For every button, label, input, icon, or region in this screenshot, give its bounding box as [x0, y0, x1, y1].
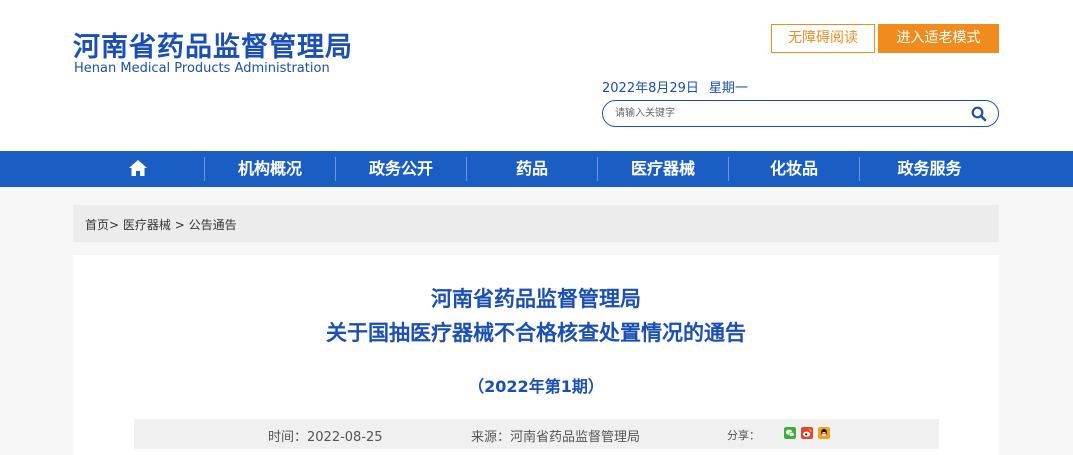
source-value: 河南省药品监督管理局 [510, 430, 641, 445]
nav-item-government-affairs[interactable]: 政务公开 [336, 151, 466, 187]
qq-share-icon[interactable] [818, 427, 830, 439]
date-text: 2022年8月29日 [602, 81, 699, 96]
breadcrumb-separator: > [109, 218, 120, 232]
main-nav: 机构概况 政务公开 药品 医疗器械 化妆品 政务服务 [0, 151, 1073, 187]
breadcrumb: 首页> 医疗器械 > 公告通告 [73, 205, 999, 242]
elder-mode-button[interactable]: 进入适老模式 [878, 24, 999, 53]
wechat-share-icon[interactable] [784, 427, 796, 439]
logo-chinese[interactable]: 河南省药品监督管理局 [73, 25, 353, 64]
source-label: 来源： [471, 430, 511, 445]
home-icon [129, 160, 147, 176]
weekday-text: 星期一 [708, 81, 748, 96]
article-source: 来源：河南省药品监督管理局 [471, 426, 640, 445]
breadcrumb-medical-devices[interactable]: 医疗器械 [123, 218, 171, 232]
breadcrumb-trail: 首页> 医疗器械 > 公告通告 [85, 216, 237, 233]
nav-item-medical-devices[interactable]: 医疗器械 [598, 151, 728, 187]
accessibility-reading-button[interactable]: 无障碍阅读 [771, 24, 875, 53]
current-date: 2022年8月29日 星期一 [602, 77, 748, 96]
publish-time: 时间：2022-08-25 [268, 426, 383, 445]
header: 河南省药品监督管理局 Henan Medical Products Admini… [0, 0, 1073, 151]
nav-item-institution[interactable]: 机构概况 [205, 151, 335, 187]
nav-home[interactable] [73, 151, 203, 187]
article-title-line2: 关于国抽医疗器械不合格核查处置情况的通告 [326, 321, 746, 345]
breadcrumb-notices[interactable]: 公告通告 [189, 218, 237, 232]
breadcrumb-home[interactable]: 首页 [85, 218, 109, 232]
share-label: 分享： [727, 429, 760, 442]
time-value: 2022-08-25 [307, 430, 383, 445]
breadcrumb-separator: > [174, 218, 185, 232]
time-label: 时间： [268, 430, 308, 445]
weibo-share-icon[interactable] [801, 427, 813, 439]
article-container: 河南省药品监督管理局 关于国抽医疗器械不合格核查处置情况的通告 （2022年第1… [73, 255, 999, 455]
article-issue-number: （2022年第1期） [468, 377, 604, 396]
article-meta-bar: 时间：2022-08-25 来源：河南省药品监督管理局 分享： [134, 419, 939, 449]
search-box [602, 100, 999, 127]
logo-english: Henan Medical Products Administration [74, 61, 330, 76]
nav-item-cosmetics[interactable]: 化妆品 [729, 151, 859, 187]
article-title-line1: 河南省药品监督管理局 [431, 287, 641, 311]
nav-item-services[interactable]: 政务服务 [860, 151, 999, 187]
nav-item-drugs[interactable]: 药品 [467, 151, 597, 187]
search-icon[interactable] [970, 105, 988, 123]
search-input[interactable] [615, 105, 955, 122]
